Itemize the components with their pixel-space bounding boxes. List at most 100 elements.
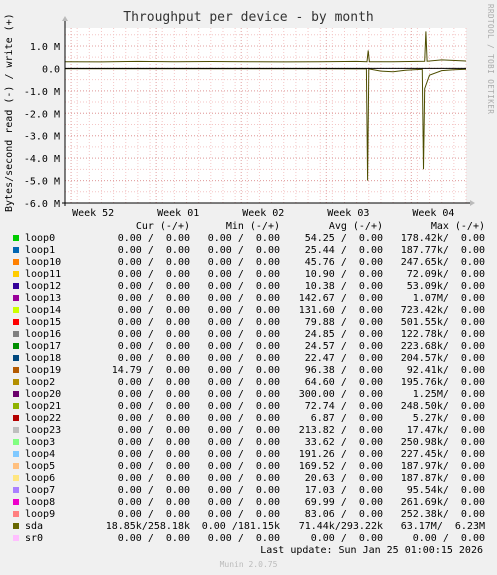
legend-avg-value: 24.85 / 0.00 [304, 329, 383, 340]
x-tick-label: Week 03 [327, 208, 369, 219]
legend-label: loop11 [25, 269, 62, 280]
legend-cur-value: 0.00 / 0.00 [117, 413, 190, 424]
legend-swatch [13, 283, 19, 289]
legend-swatch [13, 463, 19, 469]
legend-label: loop5 [25, 461, 56, 472]
legend-entry-name: loop20 [10, 389, 72, 401]
last-update: Last update: Sun Jan 25 01:00:15 2026 [260, 545, 483, 556]
legend-swatch [13, 331, 19, 337]
legend-swatch [13, 511, 19, 517]
legend-max-value: 187.77k/ 0.00 [400, 245, 485, 256]
legend-row: loop9 0.00 / 0.00 0.00 / 0.00 83.06 / 0.00 2… [10, 509, 485, 521]
legend-max-value: 227.45k/ 0.00 [400, 449, 485, 460]
legend-cur-value: 0.00 / 0.00 [117, 509, 190, 520]
legend-label: loop6 [25, 473, 56, 484]
legend-entry-name: loop10 [10, 257, 72, 269]
legend-cur-value: 0.00 / 0.00 [117, 377, 190, 388]
legend-row: loop0 0.00 / 0.00 0.00 / 0.00 54.25 / 0.00 1… [10, 233, 485, 245]
legend-entry-name: loop13 [10, 293, 72, 305]
legend-cur-value: 0.00 / 0.00 [117, 401, 190, 412]
legend-entry-name: loop1 [10, 245, 72, 257]
legend-entry-name: loop9 [10, 509, 72, 521]
legend-max-value: 187.87k/ 0.00 [400, 473, 485, 484]
legend-entry-name: loop18 [10, 353, 72, 365]
legend-entry-name: loop22 [10, 413, 72, 425]
legend-label: loop16 [25, 329, 62, 340]
legend-avg-value: 24.57 / 0.00 [304, 341, 383, 352]
legend-max-value: 1.07M/ 0.00 [412, 293, 485, 304]
legend-cur-value: 0.00 / 0.00 [117, 257, 190, 268]
legend-row: loop10 0.00 / 0.00 0.00 / 0.00 45.76 / 0.00… [10, 257, 485, 269]
legend-label: loop22 [25, 413, 62, 424]
legend-label: loop8 [25, 497, 56, 508]
legend-table: Cur (-/+) Min (-/+) Avg (-/+) Max (-/+) … [10, 221, 485, 545]
legend-entry-name: loop3 [10, 437, 72, 449]
legend-body: loop0 0.00 / 0.00 0.00 / 0.00 54.25 / 0.00 1… [10, 233, 485, 545]
legend-cur-value: 0.00 / 0.00 [117, 305, 190, 316]
legend-swatch [13, 415, 19, 421]
legend-header-max: Max (-/+) [430, 221, 485, 232]
legend-label: loop14 [25, 305, 62, 316]
legend-max-value: 261.69k/ 0.00 [400, 497, 485, 508]
legend-swatch [13, 247, 19, 253]
legend-swatch [13, 235, 19, 241]
legend-swatch [13, 427, 19, 433]
legend-max-value: 1.25M/ 0.00 [412, 389, 485, 400]
legend-row: loop19 14.79 / 0.00 0.00 / 0.00 96.38 / 0.0… [10, 365, 485, 377]
legend-swatch [13, 403, 19, 409]
legend-avg-value: 69.99 / 0.00 [304, 497, 383, 508]
legend-cur-value: 0.00 / 0.00 [117, 281, 190, 292]
x-axis-arrow [470, 200, 475, 206]
legend-row: loop6 0.00 / 0.00 0.00 / 0.00 20.63 / 0.00 1… [10, 473, 485, 485]
legend-max-value: 53.09k/ 0.00 [406, 281, 485, 292]
chart-plot: 1.0 M 0.0 -1.0 M -2.0 M -3.0 M -4.0 M -5.0 M -6… [24, 16, 475, 219]
legend-label: loop3 [25, 437, 56, 448]
legend-max-value: 248.50k/ 0.00 [400, 401, 485, 412]
legend-swatch [13, 451, 19, 457]
x-tick-label: Week 04 [412, 208, 454, 219]
legend-avg-value: 64.60 / 0.00 [304, 377, 383, 388]
legend-avg-value: 25.44 / 0.00 [304, 245, 383, 256]
legend-avg-value: 142.67 / 0.00 [298, 293, 383, 304]
legend-cur-value: 0.00 / 0.00 [117, 245, 190, 256]
legend-row: loop14 0.00 / 0.00 0.00 / 0.00 131.60 / 0.0… [10, 305, 485, 317]
legend-cur-value: 0.00 / 0.00 [117, 473, 190, 484]
legend-entry-name: loop6 [10, 473, 72, 485]
legend-avg-value: 20.63 / 0.00 [304, 473, 383, 484]
legend-min-value: 0.00 / 0.00 [207, 425, 280, 436]
legend-min-value: 0.00 / 0.00 [207, 509, 280, 520]
legend-min-value: 0.00 / 0.00 [207, 377, 280, 388]
legend-cur-value: 0.00 / 0.00 [117, 233, 190, 244]
legend-max-value: 17.47k/ 0.00 [406, 425, 485, 436]
legend-min-value: 0.00 / 0.00 [207, 353, 280, 364]
legend-max-value: 187.97k/ 0.00 [400, 461, 485, 472]
legend-cur-value: 0.00 / 0.00 [117, 425, 190, 436]
legend-max-value: 178.42k/ 0.00 [400, 233, 485, 244]
legend-min-value: 0.00 / 0.00 [207, 389, 280, 400]
legend-row: loop22 0.00 / 0.00 0.00 / 0.00 6.87 / 0.00 5… [10, 413, 485, 425]
legend-label: loop18 [25, 353, 62, 364]
legend-min-value: 0.00 / 0.00 [207, 293, 280, 304]
legend-max-value: 63.17M/ 6.23M [400, 521, 485, 532]
munin-version: Munin 2.0.75 [219, 560, 278, 569]
legend-entry-name: loop23 [10, 425, 72, 437]
x-tick-label: Week 01 [157, 208, 199, 219]
legend-entry-name: loop0 [10, 233, 72, 245]
legend-header-cur: Cur (-/+) [135, 221, 190, 232]
legend-row: loop21 0.00 / 0.00 0.00 / 0.00 72.74 / 0.00… [10, 401, 485, 413]
legend-min-value: 0.00 / 0.00 [207, 245, 280, 256]
legend-min-value: 0.00 / 0.00 [207, 305, 280, 316]
legend-swatch [13, 475, 19, 481]
legend-avg-value: 6.87 / 0.00 [310, 413, 383, 424]
legend-swatch [13, 295, 19, 301]
legend-min-value: 0.00 / 0.00 [207, 413, 280, 424]
legend-cur-value: 0.00 / 0.00 [117, 269, 190, 280]
legend-cur-value: 14.79 / 0.00 [111, 365, 190, 376]
legend-row: loop20 0.00 / 0.00 0.00 / 0.00 300.00 / 0.0… [10, 389, 485, 401]
legend-max-value: 0.00 / 0.00 [412, 533, 485, 544]
legend-swatch [13, 391, 19, 397]
legend-row: loop13 0.00 / 0.00 0.00 / 0.00 142.67 / 0.0… [10, 293, 485, 305]
legend-row: loop3 0.00 / 0.00 0.00 / 0.00 33.62 / 0.00 2… [10, 437, 485, 449]
legend-avg-value: 72.74 / 0.00 [304, 401, 383, 412]
y-tick-label: 1.0 M [30, 42, 60, 53]
